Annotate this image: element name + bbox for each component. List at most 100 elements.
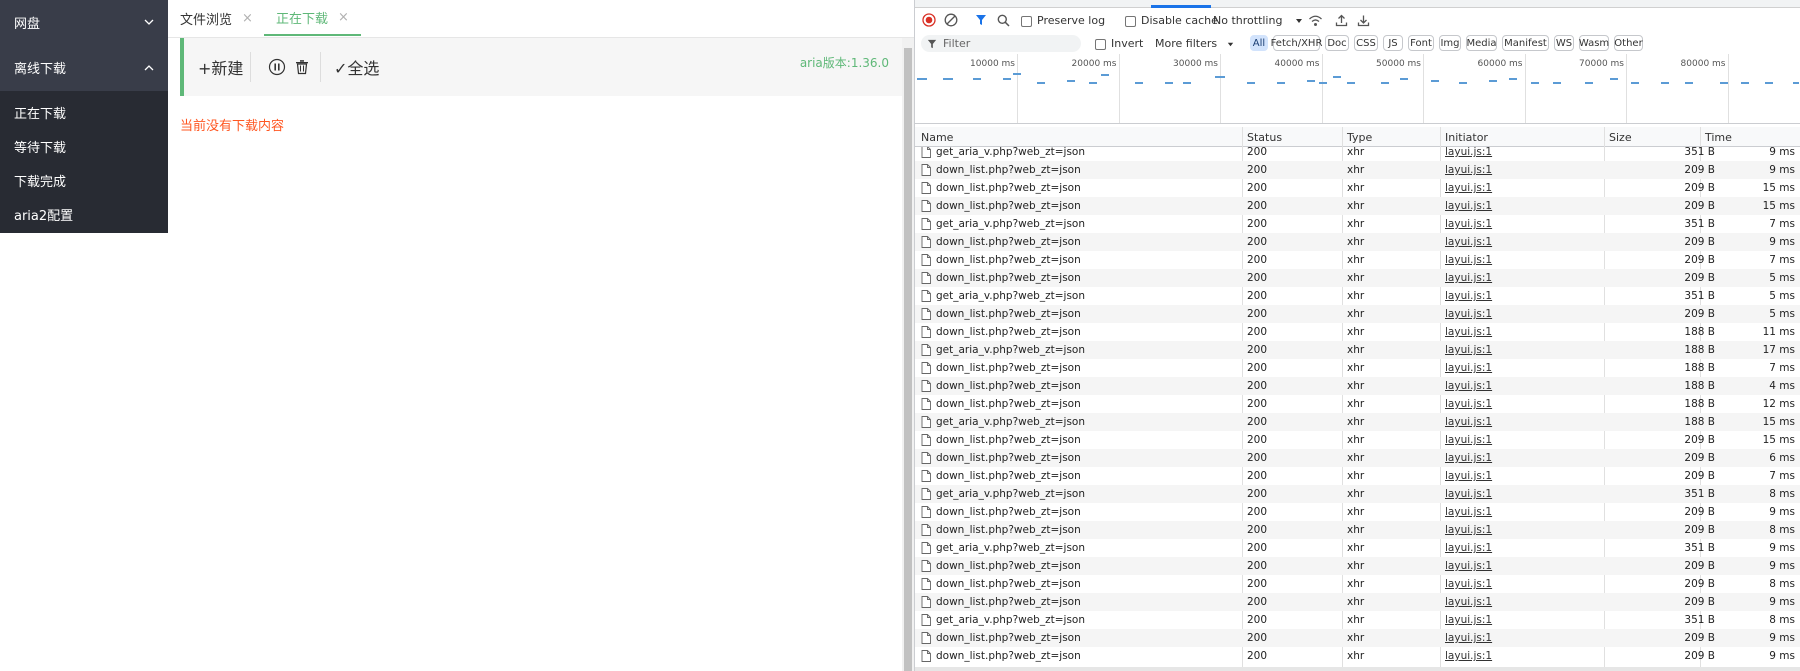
filter-type-doc[interactable]: Doc bbox=[1325, 35, 1349, 51]
sidebar-item-aria2-config[interactable]: aria2配置 bbox=[0, 197, 168, 231]
close-icon[interactable]: × bbox=[242, 11, 253, 26]
request-name-cell[interactable]: down_list.php?web_zt=json bbox=[921, 161, 1241, 179]
column-status[interactable]: Status bbox=[1243, 127, 1282, 147]
pause-button[interactable] bbox=[268, 38, 286, 96]
initiator-link[interactable]: layui.js:1 bbox=[1445, 161, 1585, 179]
initiator-link[interactable]: layui.js:1 bbox=[1445, 215, 1585, 233]
request-name-cell[interactable]: down_list.php?web_zt=json bbox=[921, 395, 1241, 413]
table-row[interactable]: down_list.php?web_zt=json 200 xhr layui.js:… bbox=[915, 251, 1800, 269]
request-name-cell[interactable]: down_list.php?web_zt=json bbox=[921, 593, 1241, 611]
column-time[interactable]: Time bbox=[1701, 127, 1732, 147]
request-name-cell[interactable]: down_list.php?web_zt=json bbox=[921, 557, 1241, 575]
table-row[interactable]: down_list.php?web_zt=json 200 xhr layui.js:… bbox=[915, 593, 1800, 611]
initiator-link[interactable]: layui.js:1 bbox=[1445, 647, 1585, 665]
sidebar-item-completed[interactable]: 下载完成 bbox=[0, 163, 168, 197]
table-row[interactable]: down_list.php?web_zt=json 200 xhr layui.js:… bbox=[915, 521, 1800, 539]
disable-cache-checkbox[interactable]: Disable cache bbox=[1125, 14, 1218, 27]
table-row[interactable]: down_list.php?web_zt=json 200 xhr layui.js:… bbox=[915, 179, 1800, 197]
initiator-link[interactable]: layui.js:1 bbox=[1445, 575, 1585, 593]
initiator-link[interactable]: layui.js:1 bbox=[1445, 413, 1585, 431]
initiator-link[interactable]: layui.js:1 bbox=[1445, 341, 1585, 359]
table-row[interactable]: get_aria_v.php?web_zt=json 200 xhr layui.js… bbox=[915, 287, 1800, 305]
table-row[interactable]: down_list.php?web_zt=json 200 xhr layui.js:… bbox=[915, 575, 1800, 593]
initiator-link[interactable]: layui.js:1 bbox=[1445, 395, 1585, 413]
table-row[interactable]: down_list.php?web_zt=json 200 xhr layui.js:… bbox=[915, 449, 1800, 467]
table-row[interactable]: down_list.php?web_zt=json 200 xhr layui.js:… bbox=[915, 197, 1800, 215]
filter-type-wasm[interactable]: Wasm bbox=[1579, 35, 1609, 51]
initiator-link[interactable]: layui.js:1 bbox=[1445, 557, 1585, 575]
import-har-icon[interactable] bbox=[1333, 12, 1349, 28]
table-row[interactable]: down_list.php?web_zt=json 200 xhr layui.js:… bbox=[915, 305, 1800, 323]
initiator-link[interactable]: layui.js:1 bbox=[1445, 251, 1585, 269]
column-size[interactable]: Size bbox=[1605, 127, 1632, 147]
tab-downloading[interactable]: 正在下载 × bbox=[264, 0, 361, 36]
table-row[interactable]: down_list.php?web_zt=json 200 xhr layui.js:… bbox=[915, 323, 1800, 341]
request-name-cell[interactable]: down_list.php?web_zt=json bbox=[921, 197, 1241, 215]
checkbox-box[interactable] bbox=[1125, 15, 1136, 27]
column-type[interactable]: Type bbox=[1343, 127, 1372, 147]
initiator-link[interactable]: layui.js:1 bbox=[1445, 287, 1585, 305]
table-row[interactable]: get_aria_v.php?web_zt=json 200 xhr layui.js… bbox=[915, 485, 1800, 503]
column-initiator[interactable]: Initiator bbox=[1441, 127, 1488, 147]
table-row[interactable]: down_list.php?web_zt=json 200 xhr layui.js:… bbox=[915, 161, 1800, 179]
initiator-link[interactable]: layui.js:1 bbox=[1445, 503, 1585, 521]
column-name[interactable]: Name bbox=[917, 127, 953, 147]
throttling-select[interactable]: No throttling bbox=[1213, 14, 1304, 27]
table-row[interactable]: down_list.php?web_zt=json 200 xhr layui.js:… bbox=[915, 395, 1800, 413]
filter-type-js[interactable]: JS bbox=[1383, 35, 1403, 51]
network-conditions-icon[interactable] bbox=[1307, 12, 1323, 28]
initiator-link[interactable]: layui.js:1 bbox=[1445, 323, 1585, 341]
table-row[interactable]: down_list.php?web_zt=json 200 xhr layui.js:… bbox=[915, 557, 1800, 575]
table-row[interactable]: get_aria_v.php?web_zt=json 200 xhr layui.js… bbox=[915, 611, 1800, 629]
request-name-cell[interactable]: down_list.php?web_zt=json bbox=[921, 449, 1241, 467]
main-scrollbar[interactable] bbox=[902, 38, 914, 671]
horizontal-scrollbar[interactable] bbox=[915, 667, 1800, 671]
request-name-cell[interactable]: get_aria_v.php?web_zt=json bbox=[921, 485, 1241, 503]
checkbox-box[interactable] bbox=[1021, 15, 1032, 27]
initiator-link[interactable]: layui.js:1 bbox=[1445, 377, 1585, 395]
filter-type-all[interactable]: All bbox=[1250, 35, 1268, 51]
initiator-link[interactable]: layui.js:1 bbox=[1445, 485, 1585, 503]
request-name-cell[interactable]: down_list.php?web_zt=json bbox=[921, 431, 1241, 449]
invert-checkbox[interactable]: Invert bbox=[1095, 37, 1143, 50]
initiator-link[interactable]: layui.js:1 bbox=[1445, 305, 1585, 323]
select-all-button[interactable]: ✓全选 bbox=[334, 38, 379, 96]
initiator-link[interactable]: layui.js:1 bbox=[1445, 611, 1585, 629]
tab-file-browser[interactable]: 文件浏览 × bbox=[180, 0, 253, 36]
filter-type-img[interactable]: Img bbox=[1439, 35, 1461, 51]
request-name-cell[interactable]: get_aria_v.php?web_zt=json bbox=[921, 413, 1241, 431]
initiator-link[interactable]: layui.js:1 bbox=[1445, 449, 1585, 467]
initiator-link[interactable]: layui.js:1 bbox=[1445, 629, 1585, 647]
initiator-link[interactable]: layui.js:1 bbox=[1445, 431, 1585, 449]
table-row[interactable]: down_list.php?web_zt=json 200 xhr layui.js:… bbox=[915, 503, 1800, 521]
initiator-link[interactable]: layui.js:1 bbox=[1445, 521, 1585, 539]
request-name-cell[interactable]: down_list.php?web_zt=json bbox=[921, 359, 1241, 377]
checkbox-box[interactable] bbox=[1095, 38, 1106, 50]
timeline-overview[interactable]: 10000 ms 20000 ms 30000 ms 40000 ms 50000 ms… bbox=[915, 54, 1800, 124]
table-row[interactable]: get_aria_v.php?web_zt=json 200 xhr layui.js… bbox=[915, 413, 1800, 431]
request-name-cell[interactable]: down_list.php?web_zt=json bbox=[921, 377, 1241, 395]
request-name-cell[interactable]: down_list.php?web_zt=json bbox=[921, 629, 1241, 647]
filter-type-css[interactable]: CSS bbox=[1354, 35, 1378, 51]
table-row[interactable]: get_aria_v.php?web_zt=json 200 xhr layui.js… bbox=[915, 341, 1800, 359]
table-row[interactable]: down_list.php?web_zt=json 200 xhr layui.js:… bbox=[915, 359, 1800, 377]
request-name-cell[interactable]: down_list.php?web_zt=json bbox=[921, 647, 1241, 665]
more-filters-dropdown[interactable]: More filters bbox=[1155, 37, 1235, 50]
request-name-cell[interactable]: down_list.php?web_zt=json bbox=[921, 233, 1241, 251]
initiator-link[interactable]: layui.js:1 bbox=[1445, 467, 1585, 485]
search-icon[interactable] bbox=[995, 12, 1011, 28]
request-name-cell[interactable]: down_list.php?web_zt=json bbox=[921, 305, 1241, 323]
export-har-icon[interactable] bbox=[1355, 12, 1371, 28]
table-row[interactable]: get_aria_v.php?web_zt=json 200 xhr layui.js… bbox=[915, 215, 1800, 233]
request-name-cell[interactable]: down_list.php?web_zt=json bbox=[921, 179, 1241, 197]
table-row[interactable]: down_list.php?web_zt=json 200 xhr layui.js:… bbox=[915, 269, 1800, 287]
request-name-cell[interactable]: down_list.php?web_zt=json bbox=[921, 467, 1241, 485]
sidebar-item-netdisk[interactable]: 网盘 bbox=[0, 0, 168, 44]
filter-type-other[interactable]: Other bbox=[1614, 35, 1643, 51]
request-name-cell[interactable]: get_aria_v.php?web_zt=json bbox=[921, 539, 1241, 557]
request-name-cell[interactable]: get_aria_v.php?web_zt=json bbox=[921, 147, 1241, 161]
filter-input[interactable]: Filter bbox=[921, 35, 1081, 52]
initiator-link[interactable]: layui.js:1 bbox=[1445, 179, 1585, 197]
sidebar-item-waiting[interactable]: 等待下载 bbox=[0, 129, 168, 163]
table-row[interactable]: down_list.php?web_zt=json 200 xhr layui.js:… bbox=[915, 629, 1800, 647]
